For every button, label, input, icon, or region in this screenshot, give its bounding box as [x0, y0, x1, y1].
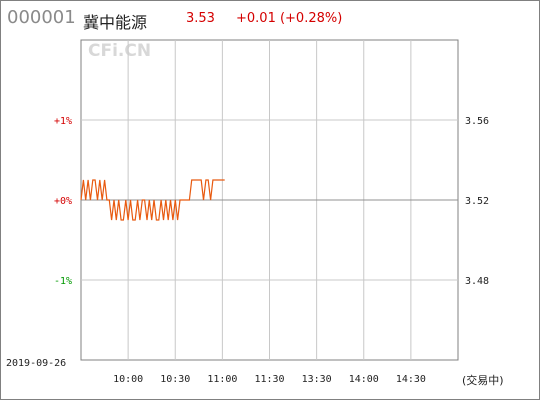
y-tick-label-right: 3.48 [465, 276, 489, 287]
y-tick-label-right: 3.52 [465, 196, 489, 207]
y-tick-label-right: 3.56 [465, 116, 489, 127]
x-tick-label: 10:00 [113, 374, 143, 385]
x-tick-label: 14:30 [396, 374, 426, 385]
status-label: (交易中) [462, 373, 504, 387]
watermark: CFi.CN [88, 41, 151, 61]
x-tick-label: 14:00 [349, 374, 379, 385]
intraday-chart: CFi.CN 10:00 10:30 11:00 11:30 13:30 14:00 14:3… [6, 39, 504, 387]
y-tick-label-left: +1% [54, 116, 72, 127]
date-label: 2019-09-26 [6, 358, 66, 369]
x-tick-label: 11:30 [254, 374, 284, 385]
x-tick-label: 10:30 [160, 374, 190, 385]
y-tick-label-left: -1% [54, 276, 72, 287]
x-tick-label: 11:00 [207, 374, 237, 385]
y-tick-label-left: +0% [54, 196, 72, 207]
x-tick-label: 13:30 [302, 374, 332, 385]
